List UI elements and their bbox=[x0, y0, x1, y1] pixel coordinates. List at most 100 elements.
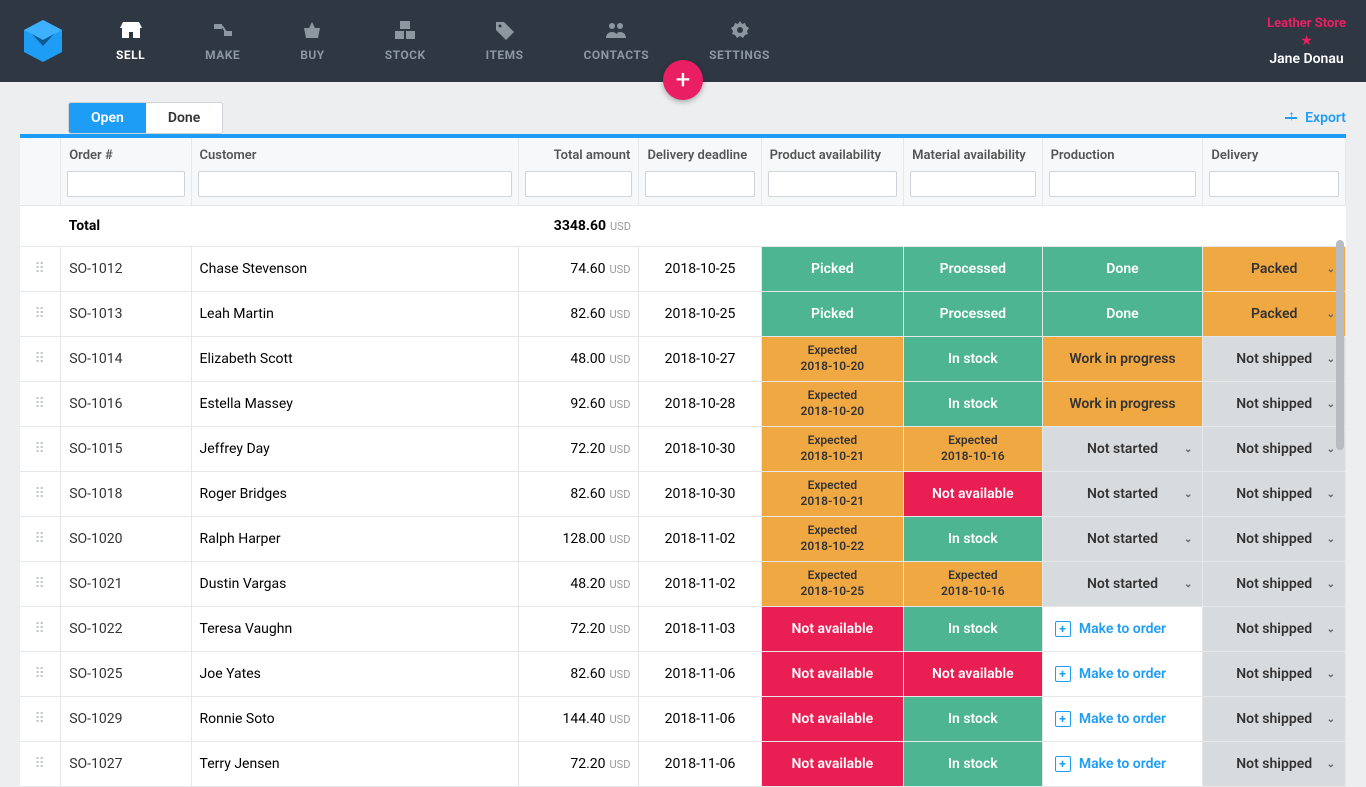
drag-handle[interactable]: ⠿ bbox=[20, 607, 61, 652]
status-badge[interactable]: Not shipped⌄ bbox=[1203, 427, 1345, 471]
status-badge[interactable]: Not available bbox=[762, 652, 904, 696]
nav-buy[interactable]: BUY bbox=[300, 20, 325, 62]
scrollbar[interactable] bbox=[1336, 240, 1344, 450]
col-prod-avail[interactable]: Product availability bbox=[761, 138, 904, 167]
status-badge[interactable]: Not shipped⌄ bbox=[1203, 517, 1345, 561]
drag-handle[interactable]: ⠿ bbox=[20, 292, 61, 337]
filter-amount[interactable] bbox=[525, 171, 632, 197]
export-link[interactable]: ↑ Export bbox=[1285, 110, 1346, 126]
status-badge[interactable]: Expected2018-10-25 bbox=[762, 562, 904, 606]
drag-handle[interactable]: ⠿ bbox=[20, 652, 61, 697]
filter-delivery[interactable] bbox=[1209, 171, 1339, 197]
status-badge[interactable]: Not shipped⌄ bbox=[1203, 562, 1345, 606]
col-mat-avail[interactable]: Material availability bbox=[904, 138, 1042, 167]
status-badge[interactable]: Not available bbox=[762, 742, 904, 786]
status-badge[interactable]: Expected2018-10-21 bbox=[762, 427, 904, 471]
table-row[interactable]: ⠿ SO-1018 Roger Bridges 82.60USD 2018-10… bbox=[20, 472, 1346, 517]
user-block[interactable]: Leather Store ★ Jane Donau bbox=[1267, 16, 1346, 67]
table-row[interactable]: ⠿ SO-1022 Teresa Vaughn 72.20USD 2018-11… bbox=[20, 607, 1346, 652]
table-row[interactable]: ⠿ SO-1015 Jeffrey Day 72.20USD 2018-10-3… bbox=[20, 427, 1346, 472]
col-amount[interactable]: Total amount bbox=[519, 138, 639, 167]
status-badge[interactable]: In stock bbox=[904, 517, 1041, 561]
drag-handle[interactable]: ⠿ bbox=[20, 427, 61, 472]
drag-handle[interactable]: ⠿ bbox=[20, 697, 61, 742]
status-badge[interactable]: Processed bbox=[904, 247, 1041, 291]
drag-handle[interactable]: ⠿ bbox=[20, 472, 61, 517]
add-button[interactable]: + bbox=[663, 60, 703, 100]
status-badge[interactable]: Packed⌄ bbox=[1203, 292, 1345, 336]
status-badge[interactable]: +Make to order bbox=[1043, 742, 1203, 786]
status-badge[interactable]: Not available bbox=[762, 607, 904, 651]
status-badge[interactable]: Not started⌄ bbox=[1043, 517, 1203, 561]
nav-stock[interactable]: STOCK bbox=[385, 20, 426, 62]
status-badge[interactable]: Done bbox=[1043, 292, 1203, 336]
tab-done[interactable]: Done bbox=[146, 103, 222, 133]
drag-handle[interactable]: ⠿ bbox=[20, 562, 61, 607]
status-badge[interactable]: In stock bbox=[904, 337, 1041, 381]
drag-handle[interactable]: ⠿ bbox=[20, 517, 61, 562]
status-badge[interactable]: Expected2018-10-20 bbox=[762, 382, 904, 426]
status-badge[interactable]: Work in progress bbox=[1043, 382, 1203, 426]
status-badge[interactable]: Not shipped⌄ bbox=[1203, 697, 1345, 741]
table-row[interactable]: ⠿ SO-1021 Dustin Vargas 48.20USD 2018-11… bbox=[20, 562, 1346, 607]
filter-customer[interactable] bbox=[198, 171, 513, 197]
status-badge[interactable]: Picked bbox=[762, 292, 904, 336]
app-logo[interactable] bbox=[20, 18, 66, 64]
status-badge[interactable]: Expected2018-10-16 bbox=[904, 427, 1041, 471]
table-row[interactable]: ⠿ SO-1027 Terry Jensen 72.20USD 2018-11-… bbox=[20, 742, 1346, 787]
status-badge[interactable]: +Make to order bbox=[1043, 697, 1203, 741]
nav-sell[interactable]: SELL bbox=[116, 20, 145, 62]
status-badge[interactable]: Expected2018-10-20 bbox=[762, 337, 904, 381]
status-badge[interactable]: In stock bbox=[904, 697, 1041, 741]
col-deadline[interactable]: Delivery deadline bbox=[639, 138, 761, 167]
status-badge[interactable]: In stock bbox=[904, 742, 1041, 786]
table-row[interactable]: ⠿ SO-1020 Ralph Harper 128.00USD 2018-11… bbox=[20, 517, 1346, 562]
status-badge[interactable]: Not shipped⌄ bbox=[1203, 607, 1345, 651]
table-row[interactable]: ⠿ SO-1029 Ronnie Soto 144.40USD 2018-11-… bbox=[20, 697, 1346, 742]
tab-open[interactable]: Open bbox=[69, 103, 146, 133]
drag-handle[interactable]: ⠿ bbox=[20, 247, 61, 292]
status-badge[interactable]: +Make to order bbox=[1043, 652, 1203, 696]
filter-order[interactable] bbox=[67, 171, 184, 197]
col-order[interactable]: Order # bbox=[61, 138, 191, 167]
status-badge[interactable]: Not available bbox=[904, 472, 1041, 516]
status-badge[interactable]: Not available bbox=[904, 652, 1041, 696]
status-badge[interactable]: Not shipped⌄ bbox=[1203, 742, 1345, 786]
table-row[interactable]: ⠿ SO-1025 Joe Yates 82.60USD 2018-11-06 … bbox=[20, 652, 1346, 697]
status-badge[interactable]: Expected2018-10-21 bbox=[762, 472, 904, 516]
status-badge[interactable]: Done bbox=[1043, 247, 1203, 291]
table-row[interactable]: ⠿ SO-1012 Chase Stevenson 74.60USD 2018-… bbox=[20, 247, 1346, 292]
status-badge[interactable]: Not started⌄ bbox=[1043, 427, 1203, 471]
table-row[interactable]: ⠿ SO-1016 Estella Massey 92.60USD 2018-1… bbox=[20, 382, 1346, 427]
nav-items[interactable]: ITEMS bbox=[486, 20, 524, 62]
filter-production[interactable] bbox=[1049, 171, 1197, 197]
col-delivery[interactable]: Delivery bbox=[1203, 138, 1346, 167]
col-customer[interactable]: Customer bbox=[191, 138, 519, 167]
nav-make[interactable]: MAKE bbox=[205, 20, 240, 62]
drag-handle[interactable]: ⠿ bbox=[20, 382, 61, 427]
status-badge[interactable]: +Make to order bbox=[1043, 607, 1203, 651]
status-badge[interactable]: Not started⌄ bbox=[1043, 472, 1203, 516]
filter-deadline[interactable] bbox=[645, 171, 754, 197]
status-badge[interactable]: Not started⌄ bbox=[1043, 562, 1203, 606]
status-badge[interactable]: Not shipped⌄ bbox=[1203, 337, 1345, 381]
status-badge[interactable]: Expected2018-10-16 bbox=[904, 562, 1041, 606]
status-badge[interactable]: Not shipped⌄ bbox=[1203, 382, 1345, 426]
status-badge[interactable]: Processed bbox=[904, 292, 1041, 336]
status-badge[interactable]: In stock bbox=[904, 607, 1041, 651]
drag-handle[interactable]: ⠿ bbox=[20, 742, 61, 787]
filter-prod-avail[interactable] bbox=[768, 171, 898, 197]
status-badge[interactable]: Not available bbox=[762, 697, 904, 741]
status-badge[interactable]: Not shipped⌄ bbox=[1203, 652, 1345, 696]
status-badge[interactable]: Work in progress bbox=[1043, 337, 1203, 381]
status-badge[interactable]: In stock bbox=[904, 382, 1041, 426]
col-production[interactable]: Production bbox=[1042, 138, 1203, 167]
table-row[interactable]: ⠿ SO-1014 Elizabeth Scott 48.00USD 2018-… bbox=[20, 337, 1346, 382]
nav-settings[interactable]: SETTINGS bbox=[709, 20, 770, 62]
status-badge[interactable]: Not shipped⌄ bbox=[1203, 472, 1345, 516]
table-row[interactable]: ⠿ SO-1013 Leah Martin 82.60USD 2018-10-2… bbox=[20, 292, 1346, 337]
filter-mat-avail[interactable] bbox=[910, 171, 1035, 197]
status-badge[interactable]: Expected2018-10-22 bbox=[762, 517, 904, 561]
status-badge[interactable]: Packed⌄ bbox=[1203, 247, 1345, 291]
status-badge[interactable]: Picked bbox=[762, 247, 904, 291]
